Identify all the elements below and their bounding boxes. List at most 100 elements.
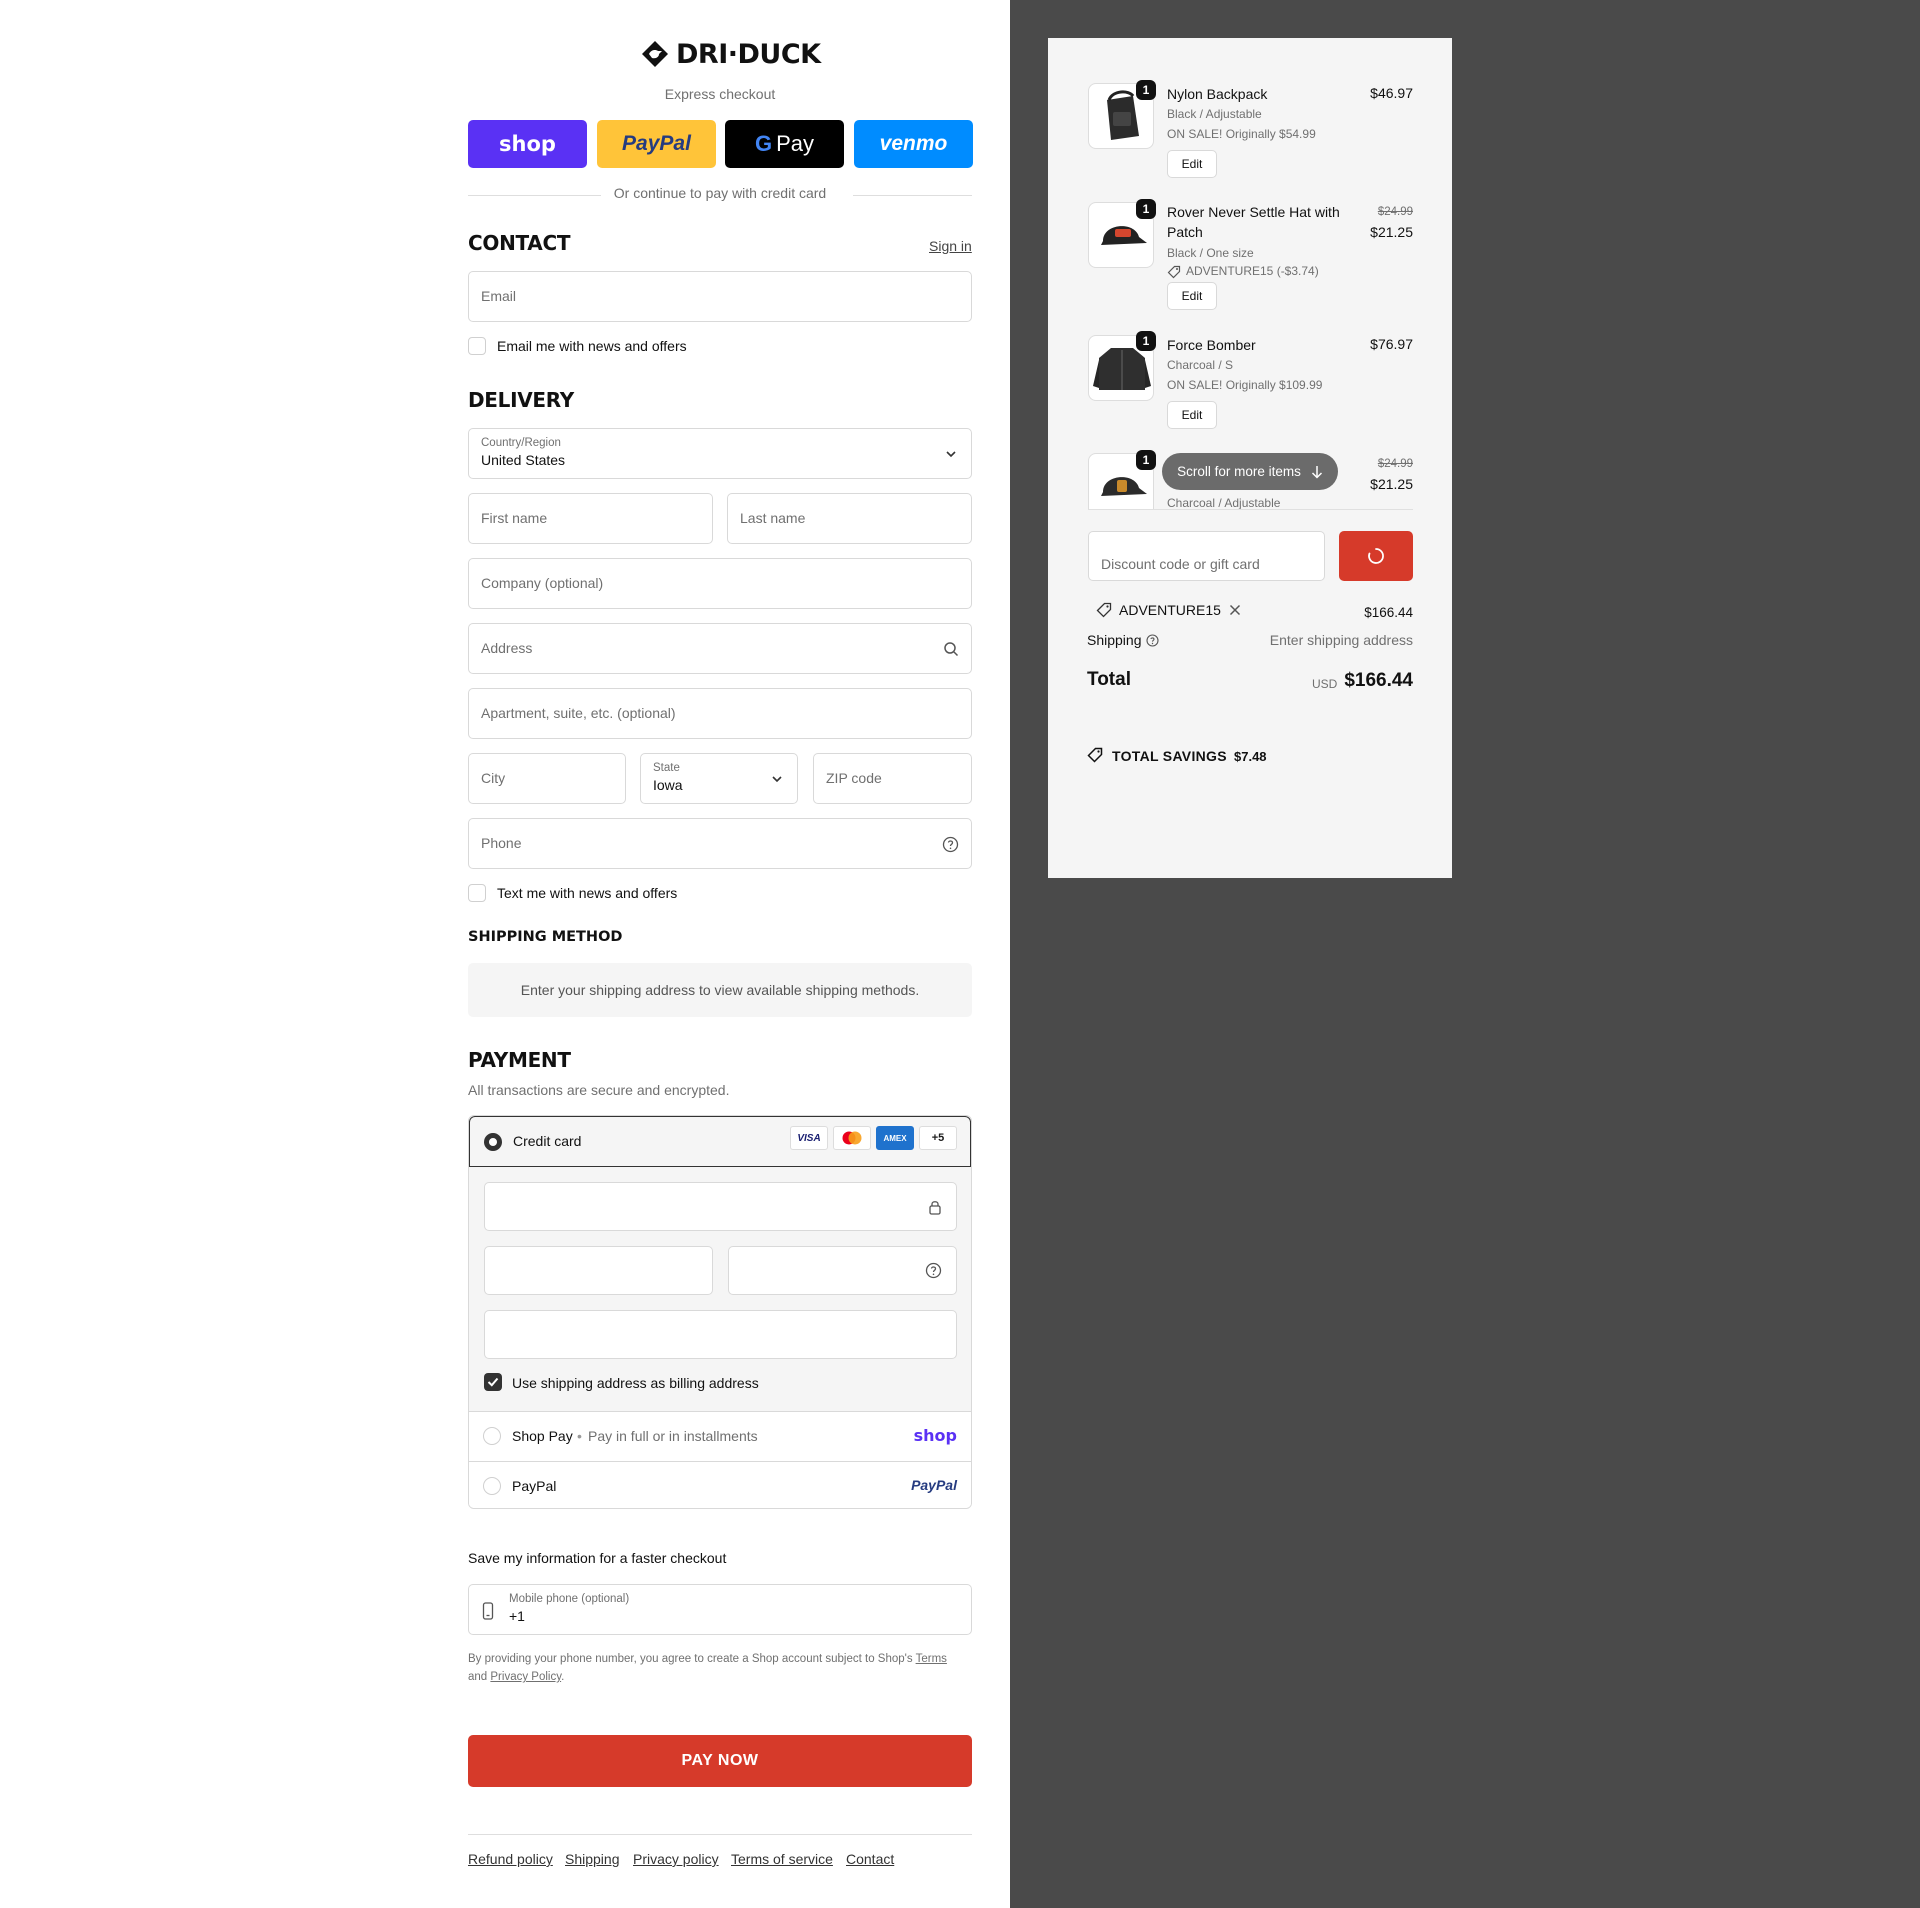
shop-pay-label: Shop Pay [512, 1428, 573, 1444]
quantity-badge: 1 [1136, 80, 1156, 100]
country-select[interactable]: Country/Region United States [468, 428, 972, 479]
discount-placeholder: Discount code or gift card [1101, 556, 1260, 572]
card-number-field[interactable] [484, 1182, 957, 1231]
last-name-placeholder: Last name [740, 510, 806, 526]
last-name-field[interactable]: Last name [727, 493, 972, 544]
item-variant: Charcoal / S [1167, 358, 1234, 372]
zip-field[interactable]: ZIP code [813, 753, 972, 804]
mobile-phone-label: Mobile phone (optional) [509, 1593, 630, 1605]
shop-logo: shop [499, 132, 556, 156]
discount-code-field[interactable]: Discount code or gift card [1088, 531, 1325, 581]
payment-methods-panel: Credit card VISA AMEX +5 Use shipping ad… [468, 1115, 972, 1509]
expiry-field[interactable] [484, 1246, 713, 1295]
email-field[interactable]: Email [468, 271, 972, 322]
item-variant: Black / One size [1167, 246, 1254, 260]
help-circle-icon[interactable] [1146, 634, 1159, 647]
tag-icon [1087, 747, 1103, 763]
privacy-link[interactable]: Privacy Policy [490, 1671, 561, 1683]
shipping-label: Shipping [1087, 632, 1142, 648]
item-sale-note: ON SALE! Originally $109.99 [1167, 378, 1323, 392]
google-g-icon: G [754, 131, 773, 156]
billing-same-checkbox[interactable] [484, 1373, 502, 1391]
search-icon [944, 642, 959, 657]
shop-pay-subtitle: Pay in full or in installments [588, 1428, 758, 1444]
visa-logo: VISA [790, 1126, 828, 1150]
item-price: $76.97 [1370, 336, 1413, 352]
paypal-label: PayPal [512, 1478, 557, 1494]
duck-logo-icon [642, 41, 668, 67]
total-label: Total [1087, 669, 1131, 690]
chevron-down-icon [946, 451, 956, 458]
item-original-price: $24.99 [1377, 206, 1413, 218]
paypal-express-button[interactable]: PayPal [597, 120, 716, 168]
shipping-value: Enter shipping address [1269, 632, 1413, 648]
item-name: Nylon Backpack [1167, 86, 1268, 102]
email-news-label: Email me with news and offers [497, 338, 687, 354]
address-field[interactable]: Address [468, 623, 972, 674]
pay-now-button[interactable]: PAY NOW [468, 1735, 972, 1787]
chevron-down-icon [772, 776, 782, 783]
legal-prefix: By providing your phone number, you agre… [468, 1653, 913, 1665]
edit-item-button[interactable]: Edit [1167, 150, 1217, 178]
close-icon[interactable] [1229, 604, 1241, 616]
sign-in-link[interactable]: Sign in [929, 238, 972, 254]
scroll-for-more-button[interactable]: Scroll for more items [1162, 453, 1338, 490]
shop-pay-express-button[interactable]: shop [468, 120, 587, 168]
billing-same-label: Use shipping address as billing address [512, 1375, 759, 1391]
gpay-label: Pay [776, 131, 815, 156]
mobile-phone-icon [482, 1602, 494, 1620]
security-code-field[interactable] [728, 1246, 957, 1295]
quantity-badge: 1 [1136, 331, 1156, 351]
country-label: Country/Region [481, 437, 561, 449]
footer-divider [468, 1834, 972, 1835]
express-checkout-label: Express checkout [664, 86, 776, 102]
name-on-card-field[interactable] [484, 1310, 957, 1359]
brand-logo[interactable]: DRI·DUCK [640, 34, 821, 74]
or-continue-text: Or continue to pay with credit card [613, 185, 827, 201]
state-select[interactable]: State Iowa [640, 753, 798, 804]
company-field[interactable]: Company (optional) [468, 558, 972, 609]
apartment-field[interactable]: Apartment, suite, etc. (optional) [468, 688, 972, 739]
help-circle-icon[interactable] [925, 1262, 942, 1279]
privacy-policy-link[interactable]: Privacy policy [633, 1851, 719, 1867]
google-pay-express-button[interactable]: G Pay [725, 120, 844, 168]
email-news-checkbox[interactable] [468, 337, 486, 355]
venmo-express-button[interactable]: venmo [854, 120, 973, 168]
shop-pay-radio[interactable] [483, 1427, 501, 1445]
bullet-separator: • [577, 1428, 582, 1444]
first-name-field[interactable]: First name [468, 493, 713, 544]
shop-pay-logo: shop [913, 1426, 957, 1445]
mobile-phone-field[interactable]: Mobile phone (optional) +1 [468, 1584, 972, 1635]
text-news-checkbox[interactable] [468, 884, 486, 902]
company-placeholder: Company (optional) [481, 575, 604, 591]
edit-item-button[interactable]: Edit [1167, 401, 1217, 429]
help-circle-icon[interactable] [942, 836, 959, 853]
arrow-down-icon [1311, 465, 1322, 479]
credit-card-radio[interactable] [484, 1133, 502, 1151]
paypal-radio[interactable] [483, 1477, 501, 1495]
city-field[interactable]: City [468, 753, 626, 804]
checkmark-icon [487, 1377, 499, 1387]
apply-discount-button[interactable] [1339, 531, 1413, 581]
tag-icon [1167, 265, 1181, 279]
phone-field[interactable]: Phone [468, 818, 972, 869]
credit-card-form: Use shipping address as billing address [469, 1167, 971, 1411]
item-variant: Charcoal / Adjustable [1167, 496, 1281, 509]
item-name: Rover Never Settle Hat with Patch [1167, 204, 1340, 240]
item-price: $21.25 [1370, 476, 1413, 492]
contact-link[interactable]: Contact [846, 1851, 894, 1867]
refund-policy-link[interactable]: Refund policy [468, 1851, 553, 1867]
credit-card-option[interactable]: Credit card VISA AMEX +5 [469, 1116, 971, 1167]
shop-pay-option[interactable]: Shop Pay • Pay in full or in installment… [469, 1411, 971, 1461]
shipping-link[interactable]: Shipping [565, 1851, 620, 1867]
terms-link[interactable]: Terms [916, 1653, 947, 1665]
delivery-heading: DELIVERY [468, 388, 574, 412]
applied-discount-code: ADVENTURE15 [1119, 602, 1221, 618]
terms-of-service-link[interactable]: Terms of service [731, 1851, 833, 1867]
lock-icon [929, 1201, 941, 1215]
address-placeholder: Address [481, 640, 533, 656]
paypal-option[interactable]: PayPal PayPal [469, 1461, 971, 1508]
item-price: $21.25 [1370, 224, 1413, 240]
items-divider [1088, 509, 1413, 510]
edit-item-button[interactable]: Edit [1167, 282, 1217, 310]
